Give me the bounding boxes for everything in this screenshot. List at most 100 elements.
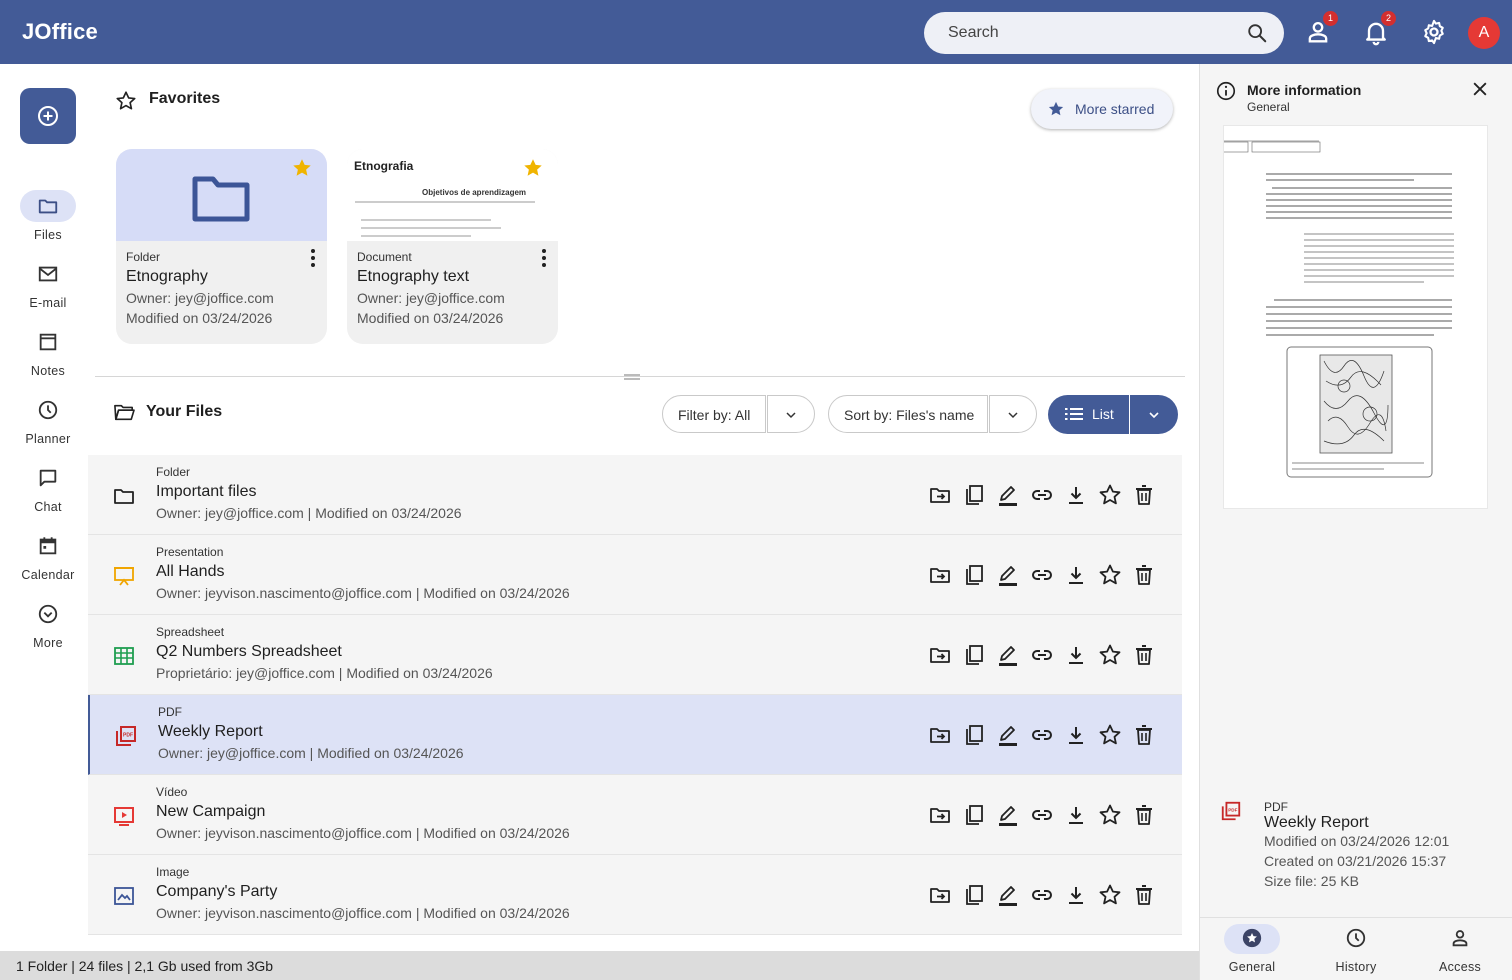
move-to-folder-icon[interactable]	[928, 563, 952, 587]
settings-button[interactable]	[1420, 18, 1448, 46]
file-row[interactable]: Vídeo New Campaign Owner: jeyvison.nascime…	[88, 775, 1182, 855]
search-bar[interactable]: Search	[924, 12, 1284, 54]
link-icon[interactable]	[1030, 803, 1054, 827]
star-outline-icon[interactable]	[1098, 563, 1122, 587]
link-icon[interactable]	[1030, 883, 1054, 907]
copy-icon[interactable]	[962, 643, 986, 667]
edit-icon[interactable]	[996, 643, 1020, 667]
file-name: Company's Party	[156, 883, 278, 900]
copy-icon[interactable]	[962, 563, 986, 587]
file-row[interactable]: Presentation All Hands Owner: jeyvison.nas…	[88, 535, 1182, 615]
your-files-title: Your Files	[146, 403, 223, 420]
nav-item-notes[interactable]: Notes	[8, 326, 88, 386]
info-panel-subtitle: General	[1247, 100, 1290, 114]
edit-icon[interactable]	[996, 883, 1020, 907]
nav-item-chat[interactable]: Chat	[8, 462, 88, 522]
download-icon[interactable]	[1064, 643, 1088, 667]
delete-icon[interactable]	[1132, 723, 1156, 747]
move-to-folder-icon[interactable]	[928, 883, 952, 907]
star-outline-icon[interactable]	[1098, 803, 1122, 827]
avatar[interactable]: A	[1468, 17, 1500, 49]
download-icon[interactable]	[1064, 483, 1088, 507]
download-icon[interactable]	[1064, 883, 1088, 907]
more-vert-icon[interactable]	[309, 248, 317, 268]
list-icon	[1065, 408, 1083, 420]
delete-icon[interactable]	[1132, 563, 1156, 587]
notifications-button[interactable]: 2	[1362, 11, 1396, 46]
copy-icon[interactable]	[962, 483, 986, 507]
folder-icon	[38, 199, 58, 214]
move-to-folder-icon[interactable]	[928, 723, 952, 747]
file-row[interactable]: Spreadsheet Q2 Numbers Spreadsheet Proprie…	[88, 615, 1182, 695]
delete-icon[interactable]	[1132, 483, 1156, 507]
search-placeholder: Search	[948, 24, 999, 41]
nav-item-planner[interactable]: Planner	[8, 394, 88, 454]
info-file-type: PDF	[1264, 800, 1288, 814]
star-outline-icon[interactable]	[1098, 723, 1122, 747]
move-to-folder-icon[interactable]	[928, 643, 952, 667]
more-starred-button[interactable]: More starred	[1031, 89, 1173, 129]
link-icon[interactable]	[1030, 643, 1054, 667]
card-modified: Modified on 03/24/2026	[126, 310, 273, 326]
star-outline-icon[interactable]	[1098, 883, 1122, 907]
move-to-folder-icon[interactable]	[928, 803, 952, 827]
link-icon[interactable]	[1030, 483, 1054, 507]
view-mode-button[interactable]: List	[1048, 395, 1129, 434]
close-icon[interactable]	[1470, 79, 1490, 99]
star-outline-icon[interactable]	[1098, 483, 1122, 507]
chat-icon	[39, 469, 57, 487]
sort-dropdown-toggle[interactable]	[989, 395, 1037, 433]
delete-icon[interactable]	[1132, 883, 1156, 907]
move-to-folder-icon[interactable]	[928, 483, 952, 507]
nav-label: Notes	[30, 364, 66, 378]
download-icon[interactable]	[1064, 563, 1088, 587]
filter-dropdown[interactable]: Filter by: All	[662, 395, 766, 433]
card-name: Etnography	[126, 268, 208, 285]
tab-history[interactable]: History	[1304, 918, 1408, 980]
download-icon[interactable]	[1064, 803, 1088, 827]
copy-icon[interactable]	[962, 883, 986, 907]
edit-icon[interactable]	[996, 563, 1020, 587]
nav-item-calendar[interactable]: Calendar	[8, 530, 88, 590]
file-row[interactable]: Folder Important files Owner: jey@joffice.…	[88, 455, 1182, 535]
file-row[interactable]: Image Company's Party Owner: jeyvison.nasc…	[88, 855, 1182, 935]
add-circle-icon	[38, 106, 58, 126]
pdf-icon: PDF	[116, 726, 136, 746]
edit-icon[interactable]	[996, 803, 1020, 827]
info-modified: Modified on 03/24/2026 12:01	[1264, 833, 1450, 849]
nav-item-files[interactable]: Files	[8, 190, 88, 250]
favorites-title: Favorites	[149, 90, 221, 107]
card-type: Folder	[126, 250, 161, 264]
contacts-button[interactable]: 1	[1304, 11, 1338, 46]
nav-item-more[interactable]: More	[8, 598, 88, 658]
sort-dropdown[interactable]: Sort by: Files's name	[828, 395, 988, 433]
delete-icon[interactable]	[1132, 803, 1156, 827]
edit-icon[interactable]	[996, 723, 1020, 747]
star-icon[interactable]	[522, 157, 544, 179]
more-vert-icon[interactable]	[540, 248, 548, 268]
favorite-card-folder[interactable]: Folder Etnography Owner: jey@joffice.com…	[116, 149, 327, 344]
favorite-card-document[interactable]: Etnografia Objetivos de aprendizagem Doc…	[347, 149, 558, 344]
view-mode-toggle[interactable]	[1130, 395, 1178, 434]
tab-access[interactable]: Access	[1408, 918, 1512, 980]
tab-general[interactable]: General	[1200, 918, 1304, 980]
file-row[interactable]: PDF PDF Weekly Report Owner: jey@joffice.co…	[88, 695, 1182, 775]
star-icon[interactable]	[291, 157, 313, 179]
card-modified: Modified on 03/24/2026	[357, 310, 504, 326]
copy-icon[interactable]	[962, 803, 986, 827]
copy-icon[interactable]	[962, 723, 986, 747]
nav-item-email[interactable]: E-mail	[8, 258, 88, 318]
more-starred-label: More starred	[1075, 101, 1155, 117]
delete-icon[interactable]	[1132, 643, 1156, 667]
edit-icon[interactable]	[996, 483, 1020, 507]
link-icon[interactable]	[1030, 723, 1054, 747]
resize-handle[interactable]	[624, 374, 640, 380]
info-panel-tabs: General History Access	[1200, 917, 1512, 980]
link-icon[interactable]	[1030, 563, 1054, 587]
app-logo[interactable]: JOffice	[22, 19, 98, 45]
filter-dropdown-toggle[interactable]	[767, 395, 815, 433]
download-icon[interactable]	[1064, 723, 1088, 747]
search-icon[interactable]	[1246, 22, 1268, 44]
new-item-button[interactable]	[20, 88, 76, 144]
star-outline-icon[interactable]	[1098, 643, 1122, 667]
